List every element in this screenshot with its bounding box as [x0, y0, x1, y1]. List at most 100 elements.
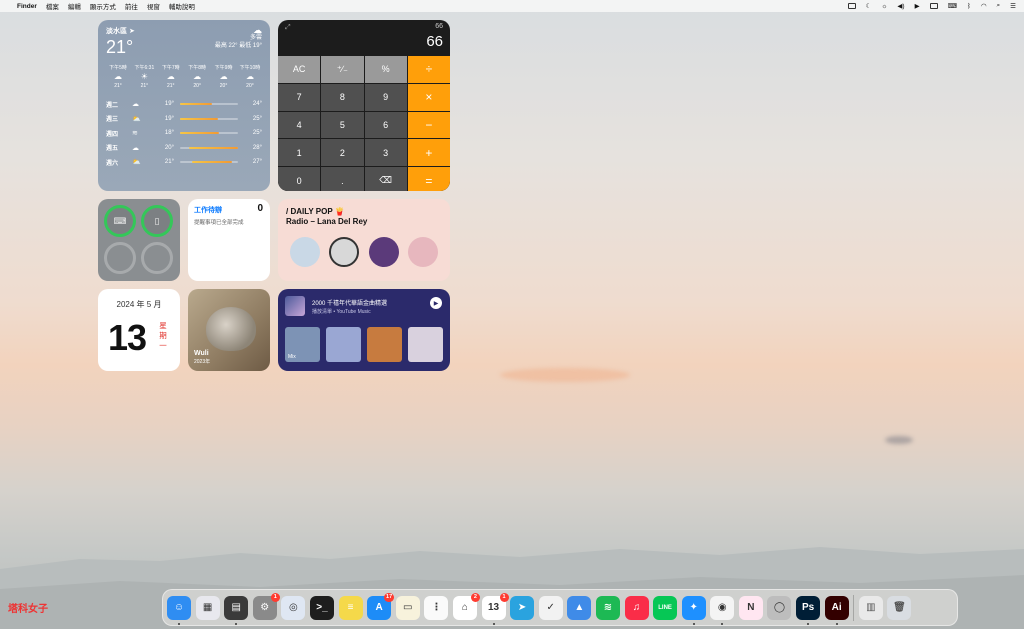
app-glyph: LINE [658, 604, 672, 611]
weather-icon: ☁ [132, 144, 139, 152]
menu-file[interactable]: 檔案 [46, 1, 59, 11]
dock-stickies-icon[interactable]: ≡ [338, 595, 363, 620]
calculator-widget[interactable]: ⤢ 66 66 AC ⁺∕₋% ÷ 7 8 9 × 4 5 6− 1 2 3 +0. ⌫ = [278, 20, 450, 191]
photo-widget[interactable]: Wuli 2023年 [188, 289, 270, 371]
downloads-stack-icon[interactable]: ▥ [858, 595, 883, 620]
playlist-thumbnail [285, 296, 305, 316]
volume-icon[interactable]: ◀) [897, 2, 904, 10]
app-glyph: ▭ [403, 602, 413, 613]
calc-key[interactable]: = [407, 167, 450, 191]
calc-key[interactable]: 5 [321, 111, 364, 139]
moon-icon[interactable]: ☾ [866, 2, 872, 10]
calc-key[interactable]: × [407, 83, 450, 111]
calc-key[interactable]: 7 [278, 83, 321, 111]
play-icon[interactable]: ▶ [430, 297, 442, 309]
dock-spotify-icon[interactable]: ≋ [595, 595, 620, 620]
hour-time: 下午10時 [239, 65, 261, 71]
dock-system-settings-icon[interactable]: ⚙ 1 [252, 592, 280, 620]
album-cover[interactable] [290, 237, 320, 267]
menu-go[interactable]: 前往 [125, 1, 138, 11]
keyboard-icon[interactable] [929, 3, 938, 9]
battery-ring: ⌨ [104, 205, 136, 237]
playlist-tile[interactable] [408, 327, 443, 362]
battery-widget[interactable]: ⌨ ▯ [98, 199, 180, 281]
calc-key[interactable]: AC [278, 56, 321, 83]
expand-icon[interactable]: ⤢ [285, 24, 291, 32]
dock-terminal-icon[interactable]: >_ [309, 595, 334, 620]
dock-app-store-icon[interactable]: A 17 [367, 592, 395, 620]
dock-airdrop-icon[interactable]: ◎ [281, 595, 306, 620]
calc-key[interactable]: ÷ [407, 56, 450, 83]
album-cover[interactable] [368, 237, 399, 267]
calc-key[interactable]: 6 [364, 111, 407, 139]
dock-calculator-icon[interactable]: ▤ [224, 595, 249, 625]
dock-photoshop-icon[interactable]: Ps [796, 595, 821, 625]
calc-key[interactable]: % [364, 56, 407, 83]
dock-illustrator-icon[interactable]: Ai [824, 595, 849, 625]
control-center-icon[interactable]: ☰ [1010, 2, 1016, 10]
dock-music-icon[interactable]: ♫ [624, 595, 649, 620]
dock-home-icon[interactable]: ⌂ 2 [452, 592, 480, 620]
calc-key[interactable]: 0 [278, 167, 321, 191]
menu-help[interactable]: 輔助說明 [169, 1, 195, 11]
calc-key[interactable]: ⁺∕₋ [321, 56, 364, 83]
dock-line-icon[interactable]: LINE [653, 595, 678, 620]
app-glyph: ◉ [717, 602, 727, 613]
search-icon[interactable]: ⌕ [997, 2, 1001, 10]
album-cover[interactable] [407, 237, 438, 267]
menu-edit[interactable]: 編輯 [68, 1, 81, 11]
calc-key[interactable]: 1 [278, 139, 321, 167]
screen-icon[interactable] [847, 3, 856, 9]
dock-calendar-icon[interactable]: 13 1 [481, 592, 509, 625]
album-cover[interactable] [329, 237, 360, 267]
playlist-tile[interactable]: Mix [285, 327, 320, 362]
hour-temp: 21° [114, 83, 122, 89]
dock-surfshark-icon[interactable]: ▲ [567, 595, 592, 620]
calc-key[interactable]: . [321, 167, 364, 191]
calc-key[interactable]: ⌫ [364, 167, 407, 191]
dock-screenshot-icon[interactable]: ◯ [767, 595, 792, 620]
music-widget[interactable]: / DAILY POP 🍟 Radio – Lana Del Rey [278, 199, 450, 281]
day-low: 19° [164, 115, 174, 122]
hour-forecast: 下午5時 ☁ 21° [106, 64, 130, 89]
display-icon[interactable]: ☼ [881, 3, 887, 10]
dock-telegram-icon[interactable]: ➤ [510, 595, 535, 620]
calendar-widget[interactable]: 2024 年 5 月 13 星期一 [98, 289, 180, 371]
calc-key[interactable]: − [407, 111, 450, 139]
weather-condition: 多雲 [249, 35, 262, 41]
dock-notion-icon[interactable]: N [738, 595, 763, 620]
playlist-tile[interactable] [326, 327, 361, 362]
calc-key[interactable]: 2 [321, 139, 364, 167]
dock-notes-icon[interactable]: ▭ [395, 595, 420, 620]
dock-finder-icon[interactable]: ☺ [167, 595, 191, 625]
dock-launchpad-icon[interactable]: ▦ [195, 595, 220, 620]
youtube-music-widget[interactable]: 2000 千禧年代華語金曲精選 播放清單 • YouTube Music ▶ M… [278, 289, 450, 371]
dock-ticktick-icon[interactable]: ✓ [538, 595, 563, 620]
menu-app-name[interactable]: Finder [17, 3, 37, 10]
hour-time: 下午5時 [109, 65, 127, 71]
calc-key[interactable]: 9 [364, 83, 407, 111]
app-glyph: ▤ [231, 602, 241, 613]
battery-ring: ▯ [141, 205, 173, 237]
playlist-tile[interactable] [367, 327, 402, 362]
calc-key[interactable]: 8 [321, 83, 364, 111]
dock-safari-icon[interactable]: ✦ [681, 595, 706, 625]
play-icon[interactable]: ▶ [915, 2, 920, 10]
dock-chrome-icon[interactable]: ◉ [710, 595, 735, 625]
menu-window[interactable]: 視窗 [147, 1, 160, 11]
input-method-icon[interactable]: ⌨ [948, 2, 957, 10]
calc-key[interactable]: + [407, 139, 450, 167]
calc-key[interactable]: 3 [364, 139, 407, 167]
menu-view[interactable]: 顯示方式 [90, 1, 116, 11]
calc-key[interactable]: 4 [278, 111, 321, 139]
app-glyph: ◎ [289, 602, 298, 613]
wifi-icon[interactable]: ◠ [981, 2, 987, 10]
notification-badge: 1 [499, 592, 509, 602]
day-high: 28° [252, 144, 262, 151]
reminders-widget[interactable]: 工作待辦 0 提醒事項已全部完成 [188, 199, 270, 281]
dock-reminders-icon[interactable]: ⋮ [424, 595, 449, 620]
bluetooth-icon[interactable]: ᛒ [967, 3, 971, 10]
weather-widget[interactable]: 淡水區 ➤ 21° ☁ 多雲 最高 22° 最低 19° 下午5時 ☁ 21° 下午6… [98, 20, 270, 191]
trash-icon[interactable]: 🗑 [887, 595, 912, 620]
hour-forecast: 下午10時 ☁ 20° [238, 64, 262, 89]
